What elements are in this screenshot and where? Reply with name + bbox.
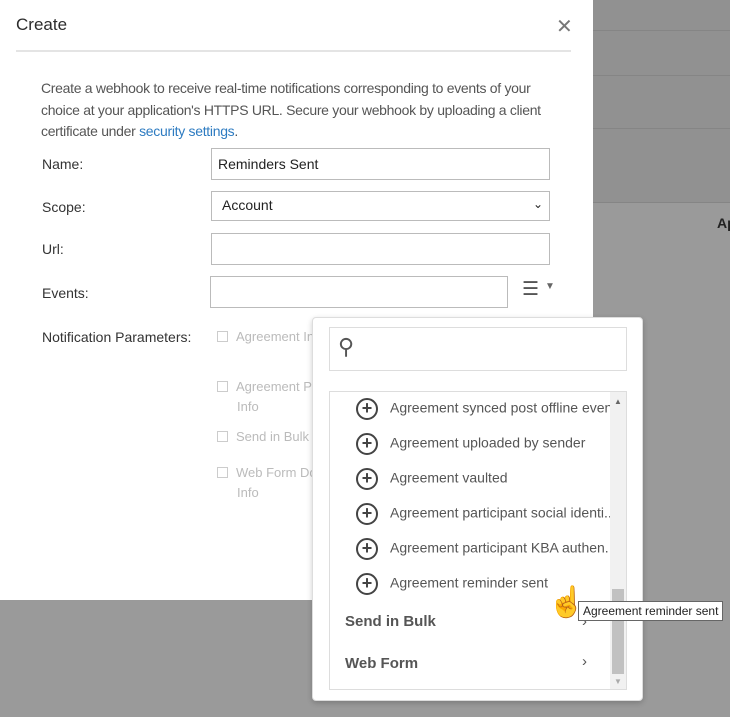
scope-label: Scope: xyxy=(42,199,86,215)
scope-value: Account xyxy=(222,197,273,213)
background-column-header: Ap xyxy=(717,215,730,231)
divider xyxy=(593,30,730,31)
event-item[interactable]: + Agreement participant KBA authen... xyxy=(356,538,616,560)
chevron-right-icon[interactable]: › xyxy=(582,653,587,670)
checkbox-agreement-participant-info[interactable]: Agreement ParticipantInfo xyxy=(217,377,316,417)
checkbox[interactable] xyxy=(217,331,228,342)
event-item-agreement-reminder-sent[interactable]: + Agreement reminder sent xyxy=(356,573,548,595)
scope-select[interactable]: Account ⌄ xyxy=(211,191,550,221)
divider xyxy=(16,50,571,52)
checkbox-send-in-bulk-info[interactable]: Send in Bulk Info xyxy=(217,427,316,447)
checkbox-agreement-info[interactable]: Agreement Info xyxy=(217,327,316,347)
checkbox[interactable] xyxy=(217,381,228,392)
add-icon: + xyxy=(356,398,378,420)
checkbox[interactable] xyxy=(217,431,228,442)
tooltip: Agreement reminder sent xyxy=(578,601,724,621)
event-item[interactable]: + Agreement vaulted xyxy=(356,468,508,490)
add-icon: + xyxy=(356,573,378,595)
caret-down-icon[interactable]: ▼ xyxy=(545,281,555,292)
events-dropdown: ⚲ + Agreement synced post offline event +… xyxy=(312,317,643,701)
event-item[interactable]: + Agreement synced post offline event xyxy=(356,398,616,420)
divider xyxy=(593,202,730,203)
event-search-input[interactable]: ⚲ xyxy=(329,327,627,371)
add-icon: + xyxy=(356,503,378,525)
group-send-in-bulk[interactable]: Send in Bulk xyxy=(345,613,436,630)
divider xyxy=(593,128,730,129)
search-icon: ⚲ xyxy=(338,334,355,359)
add-icon: + xyxy=(356,433,378,455)
group-web-form[interactable]: Web Form xyxy=(345,655,418,672)
checkbox-web-form-info[interactable]: Web Form DocumentInfo xyxy=(217,463,316,503)
scroll-up-icon: ▲ xyxy=(614,397,622,406)
close-icon[interactable]: ✕ xyxy=(556,14,573,39)
description: Create a webhook to receive real-time no… xyxy=(41,80,541,139)
add-icon: + xyxy=(356,468,378,490)
add-icon: + xyxy=(356,538,378,560)
notification-parameters-label: Notification Parameters: xyxy=(42,329,192,345)
events-input[interactable] xyxy=(210,276,508,308)
event-list: + Agreement synced post offline event + Ag… xyxy=(329,391,627,690)
chevron-down-icon: ⌄ xyxy=(532,197,543,211)
divider xyxy=(593,75,730,76)
security-settings-link[interactable]: security settings xyxy=(139,123,235,139)
scrollbar[interactable]: ▲ ▼ xyxy=(610,392,626,689)
url-input[interactable] xyxy=(211,233,550,265)
scroll-down-icon: ▼ xyxy=(614,677,622,686)
modal-title: Create xyxy=(16,15,68,34)
event-item[interactable]: + Agreement participant social identi... xyxy=(356,503,616,525)
name-label: Name: xyxy=(42,156,84,172)
name-input[interactable]: Reminders Sent xyxy=(211,148,550,180)
list-menu-icon[interactable]: ☰ xyxy=(522,278,539,301)
events-label: Events: xyxy=(42,285,89,301)
checkbox[interactable] xyxy=(217,467,228,478)
url-label: Url: xyxy=(42,241,64,257)
event-item[interactable]: + Agreement uploaded by sender xyxy=(356,433,585,455)
